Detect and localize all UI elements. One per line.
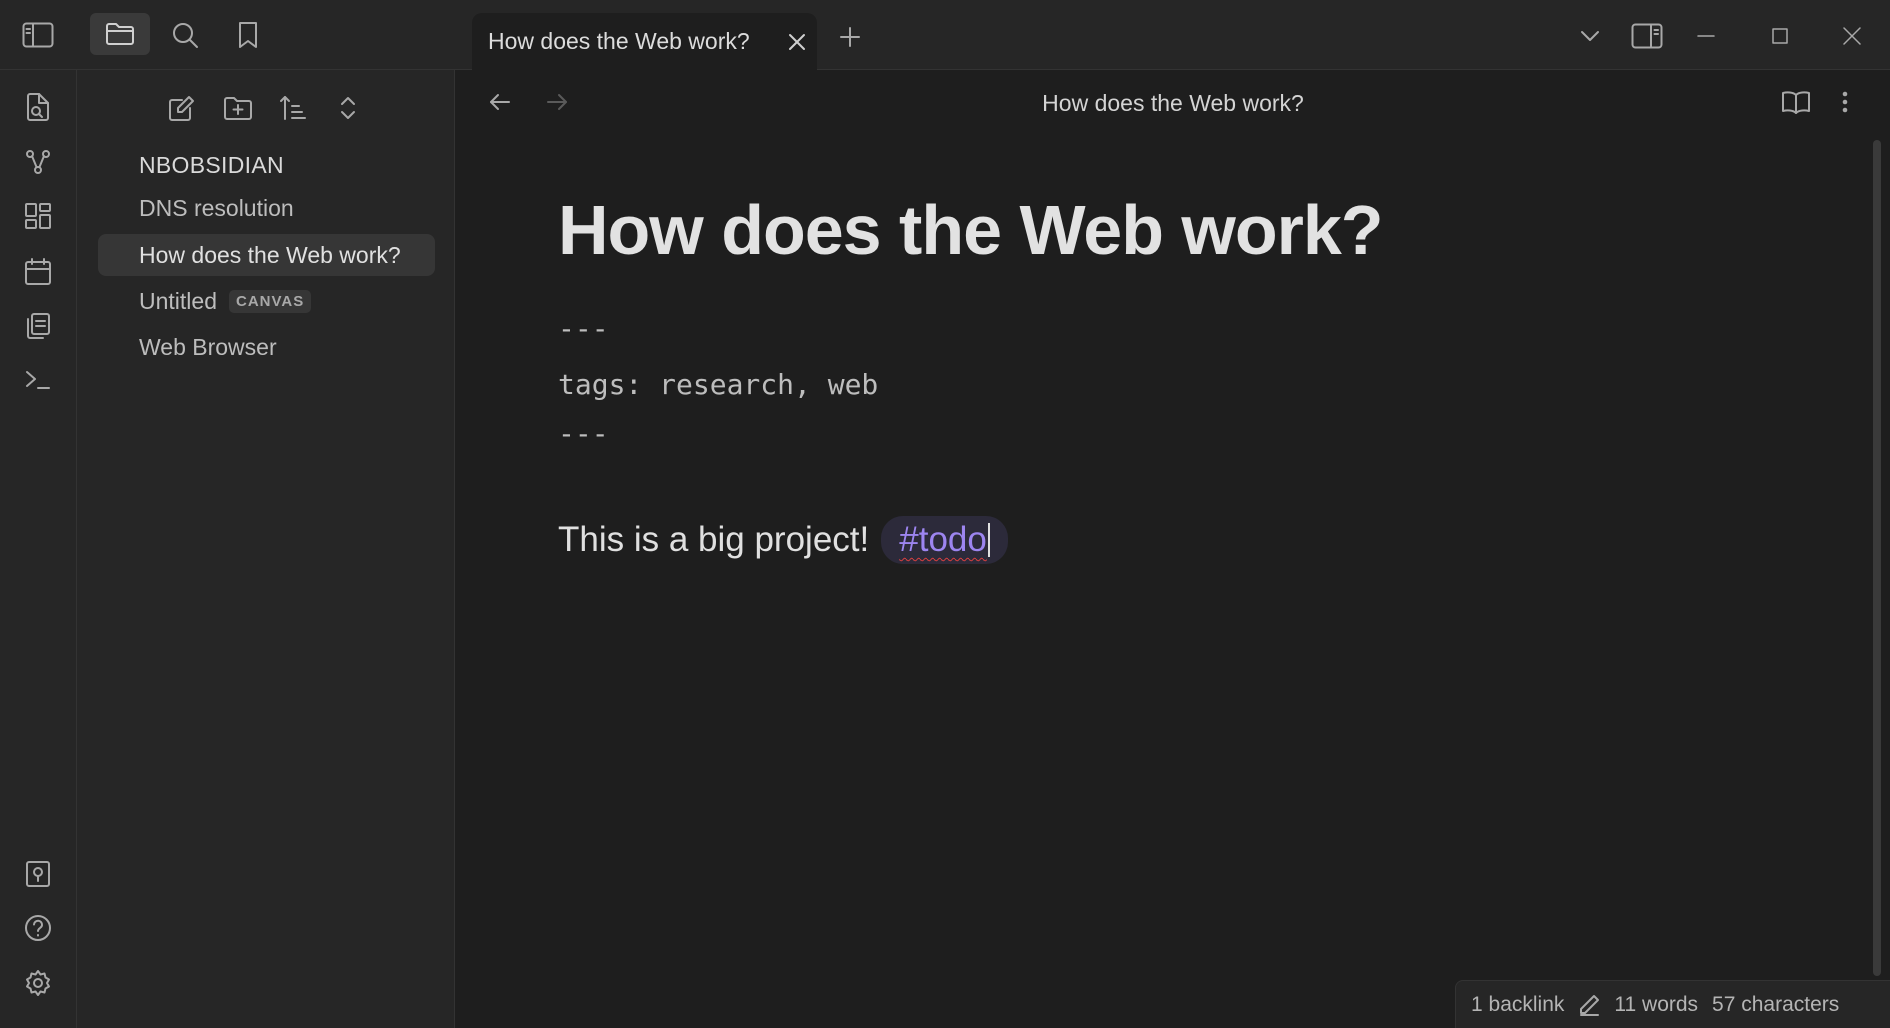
- status-bar: 1 backlink 11 words 57 characters: [1455, 980, 1890, 1028]
- word-count: 11 words: [1614, 992, 1699, 1016]
- file-item-how-does-the-web-work[interactable]: How does the Web work?: [98, 234, 435, 276]
- file-item-label: Untitled: [139, 287, 217, 314]
- editor-scrollbar[interactable]: [1873, 140, 1881, 976]
- command-palette-icon[interactable]: [18, 360, 58, 400]
- graph-view-icon[interactable]: [18, 142, 58, 182]
- editor-pane: How does the Web work? How does the Web …: [456, 70, 1890, 1028]
- split-pane-icon[interactable]: [1627, 16, 1667, 56]
- canvas-badge: CANVAS: [228, 289, 312, 313]
- paragraph-text: This is a big project!: [558, 520, 870, 559]
- vault-switch-icon[interactable]: [18, 854, 58, 894]
- canvas-icon[interactable]: [18, 196, 58, 236]
- search-icon[interactable]: [165, 15, 205, 55]
- frontmatter-close[interactable]: ---: [558, 417, 609, 450]
- frontmatter-tags-line[interactable]: tags: research, web: [558, 368, 878, 401]
- file-item-label: How does the Web work?: [139, 241, 401, 268]
- tab-title: How does the Web work?: [488, 28, 750, 54]
- settings-icon[interactable]: [18, 963, 58, 1003]
- file-explorer-sidebar: NBOBSIDIAN DNS resolution How does the W…: [77, 70, 455, 1028]
- sidebar-toggle-icon[interactable]: [18, 15, 58, 55]
- collapse-icon[interactable]: [328, 88, 368, 128]
- file-item-dns-resolution[interactable]: DNS resolution: [98, 187, 435, 229]
- templates-icon[interactable]: [18, 306, 58, 346]
- close-icon[interactable]: [777, 22, 817, 62]
- tag-pill[interactable]: #todo: [881, 516, 1008, 564]
- backlinks-count[interactable]: 1 backlink: [1471, 993, 1564, 1017]
- file-item-label: DNS resolution: [139, 194, 294, 221]
- file-item-label: Web Browser: [139, 333, 277, 360]
- reading-view-icon[interactable]: [1776, 82, 1816, 122]
- vault-name[interactable]: NBOBSIDIAN: [139, 152, 284, 179]
- paragraph-line[interactable]: This is a big project! #todo: [558, 516, 1008, 564]
- view-header-title[interactable]: How does the Web work?: [456, 90, 1890, 117]
- new-note-icon[interactable]: [162, 88, 202, 128]
- minimize-icon[interactable]: [1686, 16, 1726, 56]
- left-ribbon: [0, 70, 77, 1028]
- open-quick-switcher-icon[interactable]: [18, 87, 58, 127]
- daily-note-icon[interactable]: [18, 252, 58, 292]
- new-folder-icon[interactable]: [218, 88, 258, 128]
- tag-text: #todo: [899, 520, 987, 559]
- file-item-web-browser[interactable]: Web Browser: [98, 326, 435, 368]
- character-count: 57 characters: [1712, 992, 1840, 1016]
- tab-current-note[interactable]: How does the Web work?: [472, 13, 817, 70]
- edit-mode-pencil-icon[interactable]: [1578, 994, 1600, 1016]
- more-options-icon[interactable]: [1825, 82, 1865, 122]
- text-cursor: [987, 523, 990, 557]
- window-close-icon[interactable]: [1832, 16, 1872, 56]
- note-heading[interactable]: How does the Web work?: [558, 190, 1384, 270]
- title-bar: How does the Web work?: [0, 0, 1890, 70]
- chevron-down-icon[interactable]: [1570, 16, 1610, 56]
- file-explorer-tab-icon[interactable]: [90, 13, 150, 55]
- frontmatter-open[interactable]: ---: [558, 312, 609, 345]
- bookmark-icon[interactable]: [228, 15, 268, 55]
- sort-icon[interactable]: [273, 88, 313, 128]
- help-icon[interactable]: [18, 908, 58, 948]
- file-item-untitled[interactable]: Untitled CANVAS: [98, 280, 435, 322]
- new-tab-plus-icon[interactable]: [830, 17, 870, 57]
- maximize-icon[interactable]: [1760, 16, 1800, 56]
